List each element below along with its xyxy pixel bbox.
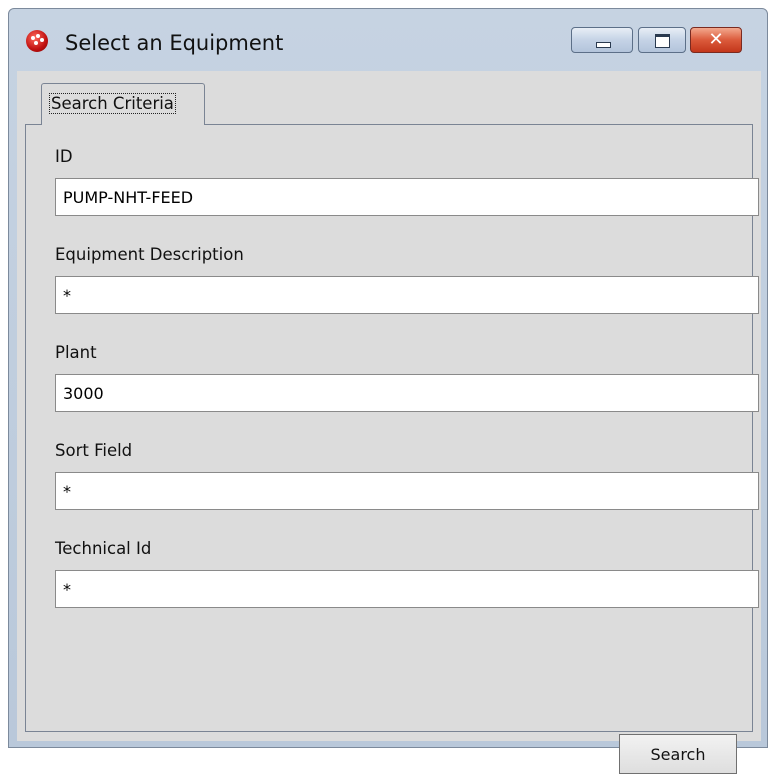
- plant-label: Plant: [55, 343, 97, 362]
- close-button[interactable]: ✕: [690, 27, 742, 53]
- maximize-icon: [655, 34, 670, 48]
- technical-id-field[interactable]: [55, 570, 759, 608]
- dialog-client-area: Search Criteria ID Equipment Description…: [17, 71, 761, 774]
- window-title: Select an Equipment: [65, 31, 284, 55]
- sort-field-field[interactable]: [55, 472, 759, 510]
- close-icon: ✕: [708, 29, 724, 50]
- equipment-description-label: Equipment Description: [55, 245, 244, 264]
- search-button[interactable]: Search: [619, 734, 737, 774]
- app-logo-icon: [26, 30, 48, 52]
- id-label: ID: [55, 147, 73, 166]
- id-field[interactable]: [55, 178, 759, 216]
- tab-label: Search Criteria: [49, 93, 176, 114]
- maximize-button[interactable]: [638, 27, 686, 53]
- tab-search-criteria[interactable]: Search Criteria: [41, 83, 205, 125]
- sort-field-label: Sort Field: [55, 441, 133, 460]
- equipment-description-field[interactable]: [55, 276, 759, 314]
- title-bar[interactable]: Select an Equipment ✕: [9, 9, 767, 71]
- minimize-button[interactable]: [571, 27, 633, 53]
- plant-field[interactable]: [55, 374, 759, 412]
- search-criteria-panel: ID Equipment Description Plant Sort Fiel…: [25, 124, 759, 774]
- dialog-window: Select an Equipment ✕ Search Criteria ID…: [8, 8, 768, 774]
- minimize-icon: [596, 42, 611, 48]
- technical-id-label: Technical Id: [55, 539, 152, 558]
